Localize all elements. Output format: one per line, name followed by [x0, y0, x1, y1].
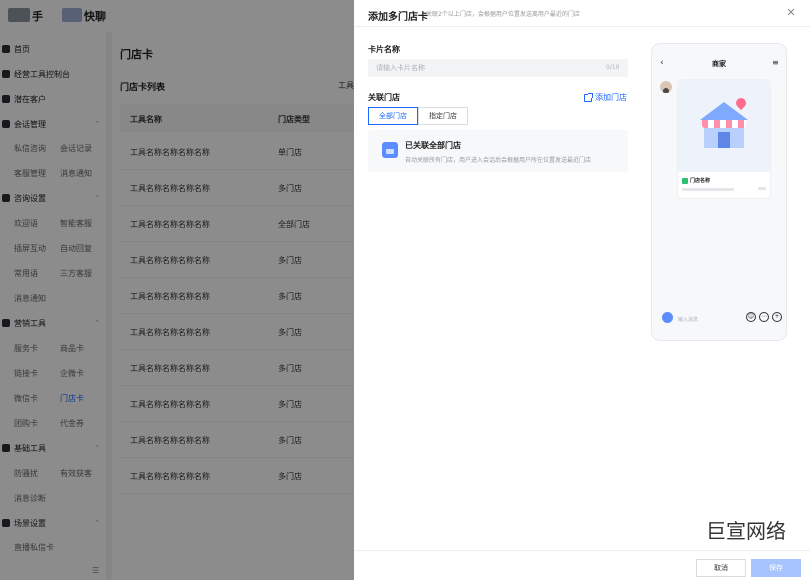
close-icon[interactable]: ✕: [784, 6, 798, 20]
drawer-description: 关联2个以上门店，会根据用户位置发送离用户最近的门店: [426, 11, 580, 18]
linked-store-label: 关联门店: [368, 93, 400, 102]
chat-input-placeholder: 输入消息: [678, 317, 699, 323]
store-card-preview: 门店名称: [678, 80, 770, 198]
contact-name: 商家: [712, 60, 726, 68]
more-icon: ⋯: [759, 312, 769, 322]
store-card-icon: [382, 142, 398, 158]
divider: [354, 26, 810, 27]
drawer-title: 添加多门店卡: [368, 12, 428, 23]
phone-preview: ‹ 商家 ≡ 门店名称 输入消息 ☺ ⋯ +: [652, 44, 786, 340]
back-arrow-icon: ‹: [660, 58, 664, 68]
add-store-label: 添加门店: [595, 93, 627, 102]
chat-header: ‹ 商家 ≡: [652, 54, 786, 74]
address-placeholder: [682, 188, 734, 191]
distance-placeholder: [758, 187, 766, 190]
drawer-footer: 取消 保存: [354, 550, 810, 580]
voice-icon: [662, 312, 673, 323]
emoji-icon: ☺: [746, 312, 756, 322]
card-name-input[interactable]: [368, 59, 628, 77]
tab-specific-stores[interactable]: 指定门店: [418, 107, 468, 125]
tab-all-stores[interactable]: 全部门店: [368, 107, 418, 125]
plus-icon: +: [772, 312, 782, 322]
chat-input-bar: 输入消息 ☺ ⋯ +: [652, 308, 786, 328]
store-scope-toggle: 全部门店 指定门店: [368, 107, 468, 125]
cancel-button[interactable]: 取消: [696, 559, 746, 577]
external-link-icon: [584, 92, 593, 102]
card-name-label: 卡片名称: [368, 45, 400, 54]
house-door-shape: [718, 132, 730, 148]
char-counter: 0/10: [606, 64, 620, 71]
info-title: 已关联全部门店: [405, 141, 461, 150]
watermark: 巨宣网络: [706, 519, 786, 543]
linked-all-stores-card: 已关联全部门店 自动关联所有门店，用户进入会话后会根据用户所在位置发送最近门店: [368, 130, 628, 172]
menu-icon: ≡: [772, 58, 779, 67]
avatar: [660, 81, 672, 93]
store-name: 门店名称: [690, 178, 711, 184]
house-awning-shape: [702, 120, 746, 128]
save-button[interactable]: 保存: [751, 559, 801, 577]
add-store-link[interactable]: 添加门店: [584, 92, 627, 103]
info-subtitle: 自动关联所有门店，用户进入会话后会根据用户所在位置发送最近门店: [405, 157, 592, 164]
store-name-row: 门店名称: [682, 177, 710, 184]
store-illustration: [678, 80, 770, 172]
add-multi-store-card-drawer: 添加多门店卡 关联2个以上门店，会根据用户位置发送离用户最近的门店 ✕ 卡片名称…: [354, 0, 810, 580]
store-icon: [682, 177, 688, 184]
